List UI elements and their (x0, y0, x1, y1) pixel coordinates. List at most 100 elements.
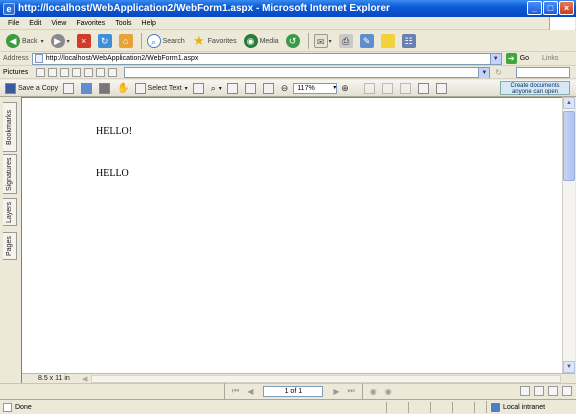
search-button[interactable]: ⌕ Search (145, 32, 187, 50)
rotate-icon (363, 82, 375, 94)
favorites-button[interactable]: ★ Favorites (190, 32, 239, 50)
scroll-left-arrow-icon[interactable]: ◀ (82, 375, 87, 383)
chevron-down-icon[interactable]: ▾ (41, 38, 44, 45)
scroll-down-arrow-icon[interactable]: ▼ (563, 361, 575, 373)
snapshot-button[interactable] (192, 82, 206, 94)
hand-tool-button[interactable]: ✋ (117, 83, 129, 94)
find-button[interactable] (99, 82, 112, 94)
refresh-button[interactable]: ↻ (96, 32, 114, 50)
chevron-down-icon[interactable]: ▾ (219, 85, 222, 92)
zoom-out-button[interactable]: ⊖ (281, 83, 289, 94)
close-picture-icon[interactable] (60, 67, 70, 77)
edit-button[interactable]: ✎ (358, 32, 376, 50)
zoom-tool-button[interactable]: ⌕ ▾ (211, 83, 222, 94)
help-button[interactable] (435, 82, 449, 94)
go-button[interactable]: ➔ Go (505, 53, 529, 64)
single-page-icon[interactable] (520, 386, 530, 396)
scroll-thumb[interactable] (563, 111, 575, 181)
pictures-field[interactable]: ▼ (124, 66, 491, 78)
tab-layers[interactable]: Layers (3, 198, 17, 226)
menu-file[interactable]: File (3, 20, 24, 27)
page-icon (226, 82, 238, 94)
zoom-select[interactable]: 117% ▾ (293, 82, 338, 94)
magnifier-icon: ⌕ (210, 82, 216, 93)
fit-page-button[interactable] (244, 82, 258, 94)
vertical-scrollbar[interactable]: ▲ ▼ (562, 97, 575, 373)
thumb-icon[interactable] (36, 67, 46, 77)
horizontal-scrollbar[interactable] (91, 374, 562, 383)
search-icon: ⌕ (146, 34, 161, 48)
refresh-icon: ↻ (97, 34, 112, 48)
rotate-button[interactable] (381, 82, 395, 94)
save-copy-button[interactable]: Save a Copy (5, 82, 58, 94)
chevron-down-icon[interactable]: ▾ (67, 38, 70, 45)
print-button[interactable] (63, 82, 76, 94)
messenger-button[interactable]: ☷ (400, 32, 418, 50)
folder-icon[interactable] (72, 67, 82, 77)
tab-pages[interactable]: Pages (3, 232, 17, 260)
maximize-button[interactable]: □ (543, 1, 558, 15)
facing-icon[interactable] (548, 386, 558, 396)
minimize-button[interactable]: _ (527, 1, 542, 15)
camera-icon[interactable] (84, 67, 94, 77)
first-page-icon[interactable]: ⏮ (232, 386, 239, 396)
zoom-icon[interactable] (108, 67, 118, 77)
media-icon: ◉ (243, 34, 258, 48)
continuous-icon[interactable] (534, 386, 544, 396)
pdf-document-view[interactable]: HELLO! HELLO (22, 97, 562, 373)
mail-button[interactable]: ✉ ▾ (312, 32, 334, 50)
review-icon (399, 82, 411, 94)
zoom-in-button[interactable]: ⊕ (341, 83, 349, 94)
print-icon[interactable] (96, 67, 106, 77)
toolbar-divider (361, 383, 363, 399)
tab-bookmarks[interactable]: Bookmarks (3, 102, 17, 152)
scroll-up-arrow-icon[interactable]: ▲ (563, 97, 575, 109)
rotate-button[interactable] (363, 82, 377, 94)
fit-width-button[interactable] (262, 82, 276, 94)
select-text-button[interactable]: Select Text ▾ (134, 82, 188, 94)
review-button[interactable] (399, 82, 413, 94)
stop-button[interactable]: × (75, 32, 93, 50)
hand-icon: ✋ (117, 82, 130, 94)
next-page-icon[interactable]: ▶ (333, 387, 339, 396)
previous-page-icon[interactable]: ◀ (247, 387, 253, 396)
menu-favorites[interactable]: Favorites (71, 20, 110, 27)
chevron-down-icon[interactable]: ▼ (489, 53, 501, 64)
address-input[interactable]: http://localhost/WebApplication2/WebForm… (31, 52, 502, 65)
continuous-facing-icon[interactable] (562, 386, 572, 396)
back-button[interactable]: ◀ Back ▾ (4, 32, 46, 50)
pictures-label[interactable]: Pictures (3, 69, 28, 76)
chevron-down-icon[interactable]: ▾ (329, 38, 332, 45)
actual-size-button[interactable] (226, 82, 240, 94)
last-page-icon[interactable]: ⏭ (348, 386, 355, 396)
previous-view-icon[interactable]: ◉ (370, 387, 377, 396)
thumb-icon[interactable] (48, 67, 58, 77)
folder-button[interactable] (379, 32, 397, 50)
links-button[interactable]: Links (542, 55, 558, 62)
forward-button[interactable]: ▶ ▾ (49, 32, 72, 50)
menu-tools[interactable]: Tools (110, 20, 136, 27)
history-button[interactable]: ↺ (284, 32, 302, 50)
tab-signatures[interactable]: Signatures (3, 154, 17, 194)
media-button[interactable]: ◉ Media (242, 32, 281, 50)
layout-button[interactable] (417, 82, 431, 94)
email-button[interactable] (81, 82, 94, 94)
status-bar: Done Local intranet (0, 399, 576, 414)
print-button[interactable]: ⎙ (337, 32, 355, 50)
chevron-down-icon[interactable]: ▼ (478, 67, 490, 78)
home-button[interactable]: ⌂ (117, 32, 135, 50)
create-line-2: anyone can open (511, 89, 559, 95)
menu-view[interactable]: View (46, 20, 71, 27)
create-documents-link[interactable]: Create documents anyone can open (500, 81, 570, 95)
chevron-down-icon[interactable]: ▾ (333, 84, 336, 93)
next-view-icon[interactable]: ◉ (385, 387, 392, 396)
chevron-down-icon[interactable]: ▾ (185, 85, 188, 92)
window-controls: _ □ × (527, 1, 574, 15)
pictures-field-secondary[interactable] (516, 66, 570, 78)
close-button[interactable]: × (559, 1, 574, 15)
menu-help[interactable]: Help (137, 20, 161, 27)
refresh-icon[interactable]: ↻ (495, 68, 502, 77)
page-number-field[interactable]: 1 of 1 (263, 385, 324, 397)
minus-icon: ⊖ (280, 82, 289, 93)
menu-edit[interactable]: Edit (24, 20, 46, 27)
